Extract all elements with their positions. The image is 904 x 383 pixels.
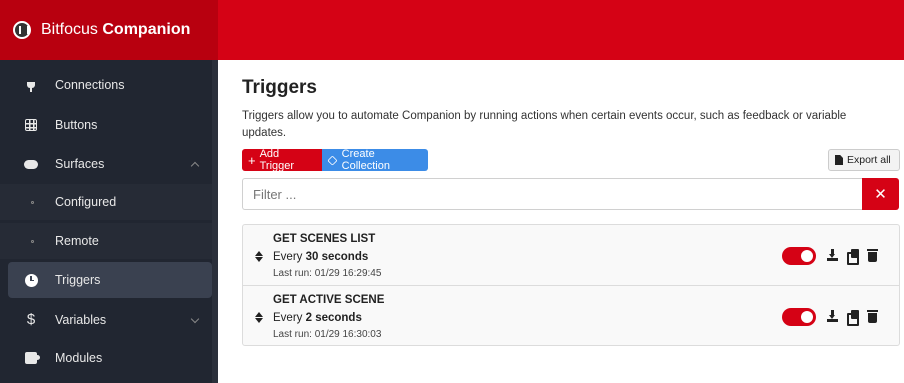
sidebar-item-triggers[interactable]: Triggers (8, 262, 212, 298)
sidebar-item-label: Surfaces (55, 157, 105, 171)
brand-header[interactable]: Bitfocus Companion (0, 0, 218, 60)
sidebar-item-label: Remote (55, 234, 99, 248)
sidebar: Connections Buttons Surfaces Configured … (0, 60, 218, 383)
trigger-frequency: Every 2 seconds (273, 312, 362, 324)
trigger-enabled-toggle[interactable] (782, 308, 816, 326)
trigger-row[interactable]: GET ACTIVE SCENE Every 2 seconds Last ru… (243, 285, 899, 345)
trigger-name: GET SCENES LIST (273, 233, 376, 245)
export-all-label: Export all (847, 154, 891, 166)
bullet-icon (31, 240, 34, 243)
dollar-icon: $ (26, 311, 36, 328)
sidebar-item-buttons[interactable]: Buttons (0, 107, 212, 143)
sidebar-item-label: Triggers (55, 273, 101, 287)
grid-icon (24, 118, 38, 132)
layers-icon (327, 155, 338, 165)
clone-icon[interactable] (847, 249, 859, 265)
drag-sort-icon[interactable] (255, 312, 263, 324)
sidebar-item-label: Connections (55, 78, 125, 92)
puzzle-icon (24, 351, 40, 365)
clone-icon[interactable] (847, 310, 859, 326)
sidebar-item-label: Variables (55, 313, 107, 327)
create-collection-label: Create Collection (341, 148, 390, 172)
sidebar-item-label: Buttons (55, 118, 98, 132)
sidebar-item-configured[interactable]: Configured (0, 184, 212, 220)
triggers-list: GET SCENES LIST Every 30 seconds Last ru… (242, 224, 900, 346)
chevron-down-icon (190, 314, 200, 324)
trash-icon[interactable] (867, 310, 879, 323)
sidebar-item-variables[interactable]: $ Variables (0, 302, 212, 338)
close-icon: ✕ (874, 186, 887, 203)
clear-filter-button[interactable]: ✕ (862, 178, 899, 210)
trigger-row[interactable]: GET SCENES LIST Every 30 seconds Last ru… (243, 225, 899, 285)
plug-icon (24, 78, 38, 92)
sidebar-item-surfaces[interactable]: Surfaces (0, 146, 212, 182)
gamepad-icon (24, 157, 38, 171)
add-trigger-button[interactable]: + Add Trigger (242, 148, 322, 172)
sidebar-item-remote[interactable]: Remote (0, 223, 212, 259)
sidebar-item-connections[interactable]: Connections (0, 67, 212, 103)
download-icon[interactable] (827, 249, 839, 262)
trash-icon[interactable] (867, 249, 879, 262)
brand-title: Bitfocus Companion (41, 21, 191, 38)
page-description: Triggers allow you to automate Companion… (242, 110, 847, 139)
download-icon[interactable] (827, 310, 839, 323)
trigger-enabled-toggle[interactable] (782, 247, 816, 265)
trigger-last-run: Last run: 01/29 16:30:03 (273, 329, 382, 340)
chevron-up-icon (190, 161, 200, 171)
clock-icon (24, 273, 38, 287)
plus-icon: + (248, 152, 256, 168)
main-content: Triggers Triggers allow you to automate … (218, 60, 904, 383)
create-collection-button[interactable]: Create Collection (322, 148, 428, 172)
trigger-last-run: Last run: 01/29 16:29:45 (273, 268, 382, 279)
companion-logo-icon (13, 21, 31, 39)
trigger-name: GET ACTIVE SCENE (273, 294, 385, 306)
trigger-frequency: Every 30 seconds (273, 251, 369, 263)
drag-sort-icon[interactable] (255, 251, 263, 263)
page-title: Triggers (242, 77, 317, 98)
bullet-icon (31, 201, 34, 204)
export-all-button[interactable]: Export all (828, 149, 900, 171)
sidebar-item-label: Configured (55, 195, 117, 209)
add-trigger-label: Add Trigger (259, 148, 295, 172)
sidebar-item-label: Modules (55, 351, 103, 365)
sidebar-item-modules[interactable]: Modules (0, 340, 212, 376)
filter-input[interactable] (242, 178, 862, 210)
file-export-icon (835, 155, 843, 165)
